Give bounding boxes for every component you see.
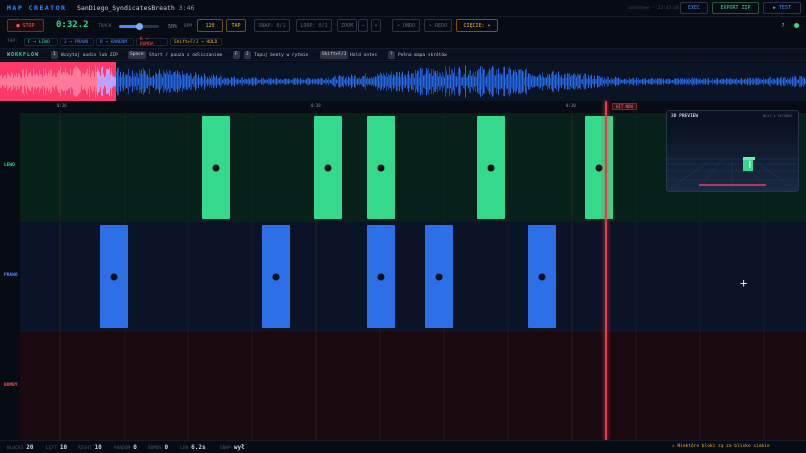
time-display: 0:32.2 (56, 20, 89, 30)
waveform-graphic (0, 62, 806, 101)
preview-scene (667, 123, 798, 191)
bpm-label: BPM (184, 24, 193, 29)
stat-snap: SNAP wył (220, 444, 245, 451)
workflow-step-3: Tapuj beaty w rytmie (254, 53, 309, 58)
kbd-1: 1 (51, 51, 58, 59)
loop-button[interactable]: LOOP: 0/1 (296, 19, 332, 32)
autosave-status: autosave · 23:45:06 (628, 6, 680, 11)
tap-hint-label: TAP: (7, 39, 18, 44)
stat-bombs: BOMBS 0 (148, 444, 169, 451)
hint-bomb: K → BOMBA (136, 37, 168, 47)
snap-button[interactable]: SNAP: 0/1 (254, 19, 290, 32)
workflow-label: WORKFLOW (7, 52, 40, 58)
transport-controls: ■ STOP 0:32.2 TRACK 50% BPM 120 TAP SNAP… (0, 17, 806, 37)
status-indicator-dot (794, 23, 799, 28)
note-block-right[interactable] (425, 225, 453, 328)
ruler-tick: 0:28 (311, 103, 321, 108)
song-name: SanDiego_SyndicatesBreath 3:46 (77, 4, 195, 12)
note-block-left[interactable] (367, 116, 395, 219)
help-button[interactable]: ? (778, 19, 788, 32)
cut-dropdown[interactable]: CIĘCIE: ▾ (456, 19, 498, 32)
preview-subtitle: NEXT 4 SECONDS (763, 114, 793, 118)
workflow-step-5: Pełna mapa skrótów (398, 53, 447, 58)
key-hints: TAP: F → LEWO J → PRAWO B → RANDOM K → B… (0, 37, 806, 47)
volume-percent: 50% (168, 24, 178, 30)
exec-button[interactable]: EXEC (680, 2, 708, 14)
ruler-tick: 0:26 (57, 103, 67, 108)
tap-bpm-button[interactable]: TAP (226, 19, 246, 32)
stop-button[interactable]: ■ STOP (7, 19, 44, 32)
note-block-right[interactable] (367, 225, 395, 328)
kbd-help: ? (388, 51, 395, 59)
note-block-right[interactable] (262, 225, 290, 328)
stat-random: RANDOM 0 (114, 444, 137, 451)
export-zip-button[interactable]: EXPORT ZIP (712, 2, 759, 14)
redo-button[interactable]: ↷ REDO (424, 19, 452, 32)
ruler-tick: 0:30 (566, 103, 576, 108)
kbd-f: F (233, 51, 240, 59)
status-bar: BLOCKS 20 LEFT 10 RIGHT 10 RANDOM 0 BOMBS 0 L… (0, 440, 806, 453)
bpm-input[interactable]: 120 (197, 19, 223, 32)
preview-panel: 3D PREVIEW NEXT 4 SECONDS (666, 110, 799, 192)
workflow-step-4: Hold notes (350, 53, 378, 58)
zoom-out-button[interactable]: − (358, 19, 368, 32)
crosshair-cursor-icon: + (740, 276, 748, 290)
note-block-left[interactable] (585, 116, 613, 219)
hint-right: J → PRAWO (60, 38, 94, 46)
volume-slider[interactable] (119, 23, 159, 30)
note-block-right[interactable] (528, 225, 556, 328)
undo-button[interactable]: ↶ UNDO (392, 19, 420, 32)
note-block-right[interactable] (100, 225, 128, 328)
playhead[interactable] (605, 101, 607, 440)
note-block-left[interactable] (314, 116, 342, 219)
hint-random: B → RANDOM (96, 38, 134, 46)
stat-right: RIGHT 10 (78, 444, 102, 451)
hit-now-marker: HIT NOW (612, 103, 637, 110)
kbd-space: Space (128, 51, 146, 59)
zoom-label: ZOOM (337, 19, 357, 32)
stat-blocks: BLOCKS 20 (7, 444, 34, 451)
kbd-shift: Shift+F/J (320, 51, 349, 59)
stat-left: LEFT 10 (46, 444, 68, 451)
test-button[interactable]: ▶ TEST (763, 2, 801, 14)
workflow-step-2: Start / pauza z odliczaniem (149, 53, 223, 58)
workflow-bar: WORKFLOW 1 Wczytaj audio lub ZIP Space S… (0, 48, 806, 61)
preview-title: 3D PREVIEW (671, 114, 699, 119)
workflow-step-1: Wczytaj audio lub ZIP (61, 53, 118, 58)
hint-hold: Shift+F/J → HOLD (170, 38, 222, 46)
app-title: MAP CREATOR (7, 4, 67, 12)
stat-length: LEN 6.2s (180, 444, 206, 451)
note-block-left[interactable] (202, 116, 230, 219)
kbd-j: J (244, 51, 251, 59)
warning-message: ⚠ Niektóre bloki są za blisko siebie (672, 444, 770, 449)
track-label: TRACK (98, 24, 112, 29)
note-block-left[interactable] (477, 116, 505, 219)
title-bar: MAP CREATOR SanDiego_SyndicatesBreath 3:… (0, 0, 806, 17)
volume-knob[interactable] (135, 23, 143, 30)
zoom-in-button[interactable]: + (371, 19, 381, 32)
waveform[interactable] (0, 62, 806, 101)
hint-left: F → LEWO (24, 38, 58, 46)
